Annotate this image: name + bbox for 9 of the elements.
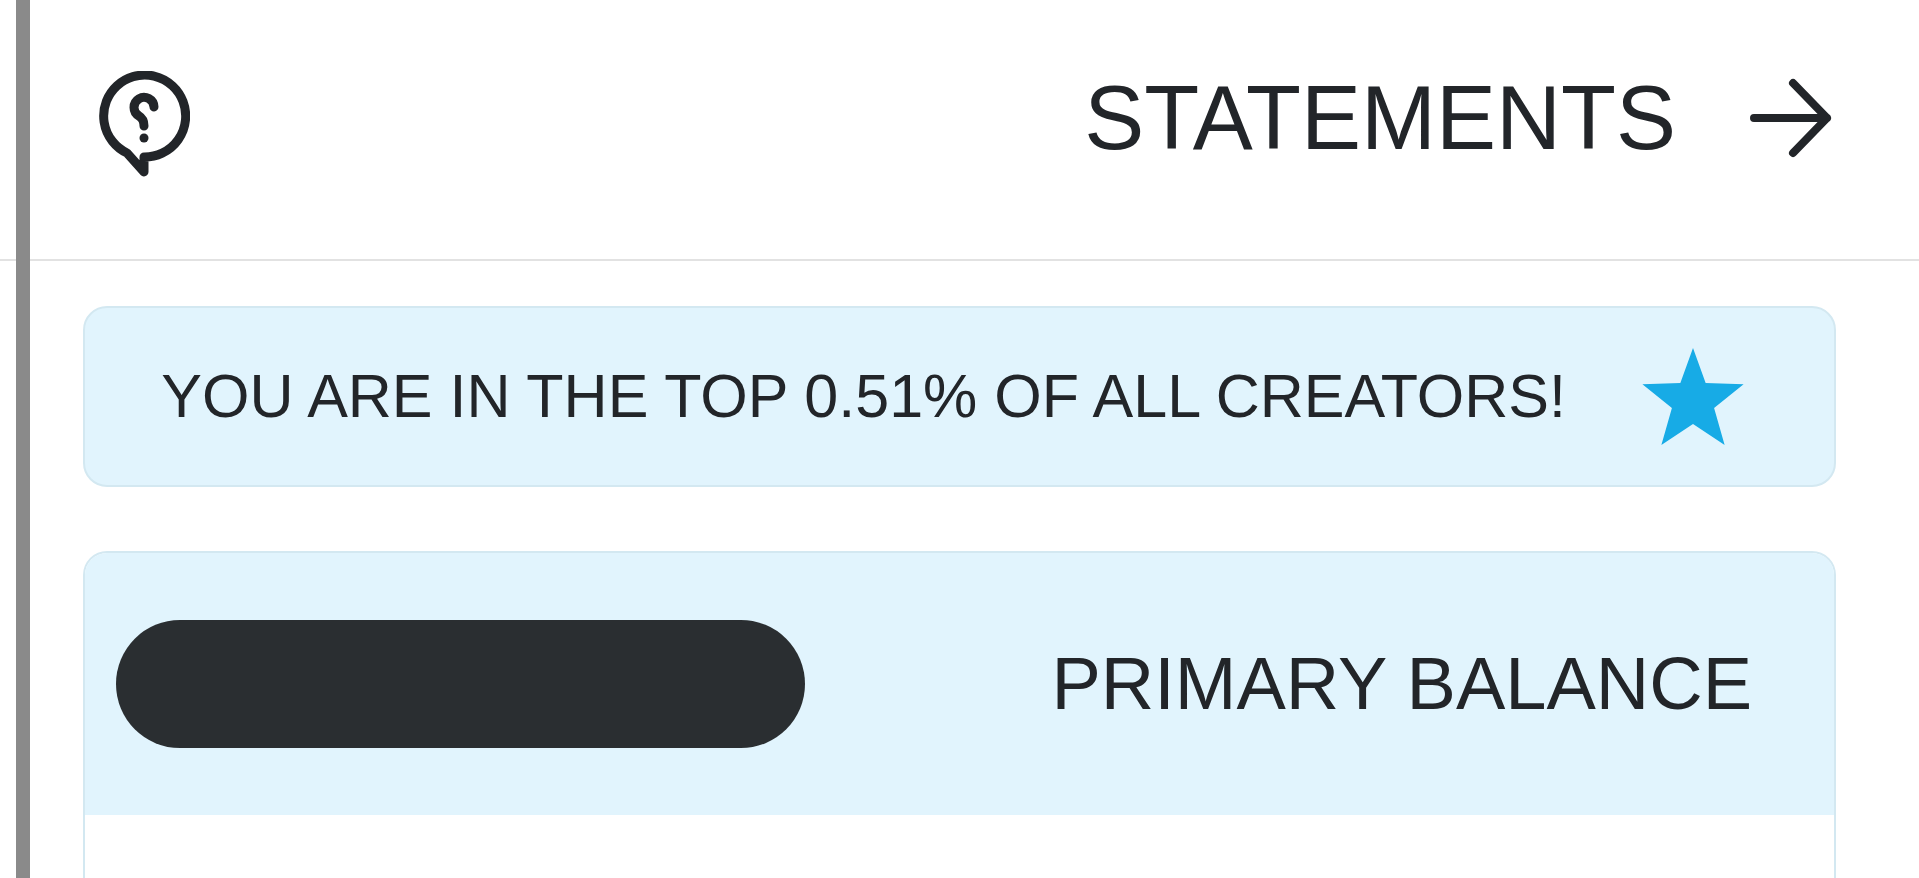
star-icon [1642,348,1744,445]
help-button[interactable] [98,70,190,177]
help-icon [98,70,190,177]
page-title: STATEMENTS [1084,72,1676,163]
balance-label: PRIMARY BALANCE [1051,647,1752,721]
arrow-icon [1750,76,1832,159]
back-button[interactable] [1750,76,1832,159]
scrollbar[interactable] [16,0,30,878]
rank-text: YOU ARE IN THE TOP 0.51% OF ALL CREATORS! [161,366,1566,427]
